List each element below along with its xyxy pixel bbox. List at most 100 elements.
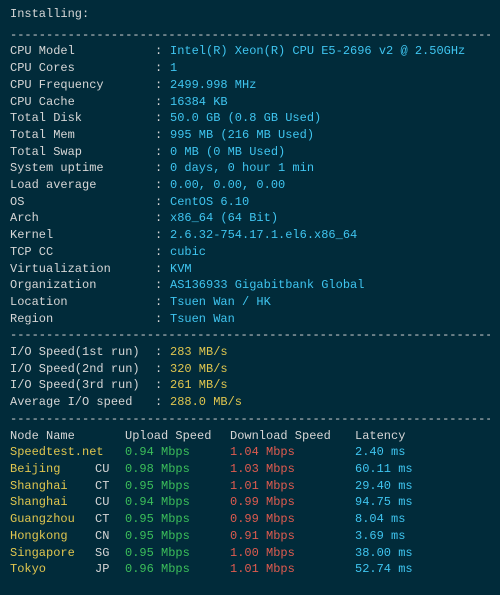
col-node: Node Name — [10, 428, 95, 445]
colon: : — [155, 227, 170, 244]
spec-value: 2499.998 MHz — [170, 77, 256, 94]
network-row: Hongkong CN 0.95 Mbps 0.91 Mbps 3.69 ms — [10, 528, 490, 545]
node-loc: CN — [95, 528, 125, 545]
node-loc: CT — [95, 511, 125, 528]
spec-value: 2.6.32-754.17.1.el6.x86_64 — [170, 227, 357, 244]
colon: : — [155, 261, 170, 278]
node-loc: SG — [95, 545, 125, 562]
spec-value: x86_64 (64 Bit) — [170, 210, 278, 227]
download-val: 0.91 Mbps — [230, 528, 355, 545]
spec-label: Total Disk — [10, 110, 155, 127]
colon: : — [155, 394, 170, 411]
latency-val: 38.00 ms — [355, 545, 490, 562]
spec-value: Intel(R) Xeon(R) CPU E5-2696 v2 @ 2.50GH… — [170, 43, 465, 60]
terminal-window[interactable]: Installing: ----------------------------… — [0, 0, 500, 588]
spec-label: CPU Frequency — [10, 77, 155, 94]
divider: ----------------------------------------… — [10, 411, 490, 428]
network-row: Shanghai CU 0.94 Mbps 0.99 Mbps 94.75 ms — [10, 494, 490, 511]
upload-val: 0.95 Mbps — [125, 511, 230, 528]
colon: : — [155, 94, 170, 111]
network-row: Shanghai CT 0.95 Mbps 1.01 Mbps 29.40 ms — [10, 478, 490, 495]
divider: ----------------------------------------… — [10, 327, 490, 344]
colon: : — [155, 60, 170, 77]
spec-value: Tsuen Wan — [170, 311, 235, 328]
spec-label: Region — [10, 311, 155, 328]
network-row: Beijing CU 0.98 Mbps 1.03 Mbps 60.11 ms — [10, 461, 490, 478]
colon: : — [155, 77, 170, 94]
colon: : — [155, 277, 170, 294]
spec-value: KVM — [170, 261, 192, 278]
download-val: 0.99 Mbps — [230, 494, 355, 511]
spec-value: 0 days, 0 hour 1 min — [170, 160, 314, 177]
spec-label: Location — [10, 294, 155, 311]
node-loc: JP — [95, 561, 125, 578]
upload-val: 0.95 Mbps — [125, 528, 230, 545]
spec-value: 1 — [170, 60, 177, 77]
node-name: Singapore — [10, 545, 95, 562]
colon: : — [155, 361, 170, 378]
colon: : — [155, 344, 170, 361]
download-val: 1.00 Mbps — [230, 545, 355, 562]
divider: ----------------------------------------… — [10, 27, 490, 44]
colon: : — [155, 177, 170, 194]
colon: : — [155, 377, 170, 394]
spec-value: 0.00, 0.00, 0.00 — [170, 177, 285, 194]
node-name: Beijing — [10, 461, 95, 478]
status-line: Installing: — [10, 6, 490, 23]
io-value: 320 MB/s — [170, 361, 228, 378]
spec-label: Load average — [10, 177, 155, 194]
col-download: Download Speed — [230, 428, 355, 445]
spec-label: System uptime — [10, 160, 155, 177]
spec-label: TCP CC — [10, 244, 155, 261]
spec-label: Organization — [10, 277, 155, 294]
io-value: 261 MB/s — [170, 377, 228, 394]
node-name: Speedtest.net — [10, 444, 95, 461]
spec-label: Kernel — [10, 227, 155, 244]
spec-label: OS — [10, 194, 155, 211]
spec-value: AS136933 Gigabitbank Global — [170, 277, 364, 294]
node-loc: CU — [95, 494, 125, 511]
spec-label: CPU Cache — [10, 94, 155, 111]
network-row: Speedtest.net 0.94 Mbps 1.04 Mbps 2.40 m… — [10, 444, 490, 461]
spec-label: Virtualization — [10, 261, 155, 278]
spec-value: 50.0 GB (0.8 GB Used) — [170, 110, 321, 127]
latency-val: 29.40 ms — [355, 478, 490, 495]
col-upload: Upload Speed — [125, 428, 230, 445]
spec-value: 995 MB (216 MB Used) — [170, 127, 314, 144]
latency-val: 94.75 ms — [355, 494, 490, 511]
latency-val: 2.40 ms — [355, 444, 490, 461]
colon: : — [155, 194, 170, 211]
node-loc — [95, 444, 125, 461]
colon: : — [155, 210, 170, 227]
download-val: 0.99 Mbps — [230, 511, 355, 528]
node-name: Tokyo — [10, 561, 95, 578]
colon: : — [155, 110, 170, 127]
upload-val: 0.95 Mbps — [125, 478, 230, 495]
col-loc — [95, 428, 125, 445]
upload-val: 0.96 Mbps — [125, 561, 230, 578]
latency-val: 60.11 ms — [355, 461, 490, 478]
network-row: Guangzhou CT 0.95 Mbps 0.99 Mbps 8.04 ms — [10, 511, 490, 528]
node-name: Shanghai — [10, 478, 95, 495]
network-table-header: Node Name Upload Speed Download Speed La… — [10, 428, 490, 445]
io-value: 283 MB/s — [170, 344, 228, 361]
colon: : — [155, 160, 170, 177]
spec-value: cubic — [170, 244, 206, 261]
upload-val: 0.95 Mbps — [125, 545, 230, 562]
download-val: 1.01 Mbps — [230, 561, 355, 578]
colon: : — [155, 294, 170, 311]
node-name: Shanghai — [10, 494, 95, 511]
node-name: Guangzhou — [10, 511, 95, 528]
colon: : — [155, 311, 170, 328]
spec-value: CentOS 6.10 — [170, 194, 249, 211]
network-row: Tokyo JP 0.96 Mbps 1.01 Mbps 52.74 ms — [10, 561, 490, 578]
spec-value: 0 MB (0 MB Used) — [170, 144, 285, 161]
io-label: I/O Speed(2nd run) — [10, 361, 155, 378]
upload-val: 0.94 Mbps — [125, 444, 230, 461]
system-specs-section: CPU Model:Intel(R) Xeon(R) CPU E5-2696 v… — [10, 43, 490, 327]
spec-label: Total Mem — [10, 127, 155, 144]
node-name: Hongkong — [10, 528, 95, 545]
colon: : — [155, 43, 170, 60]
spec-label: CPU Cores — [10, 60, 155, 77]
io-label: I/O Speed(1st run) — [10, 344, 155, 361]
